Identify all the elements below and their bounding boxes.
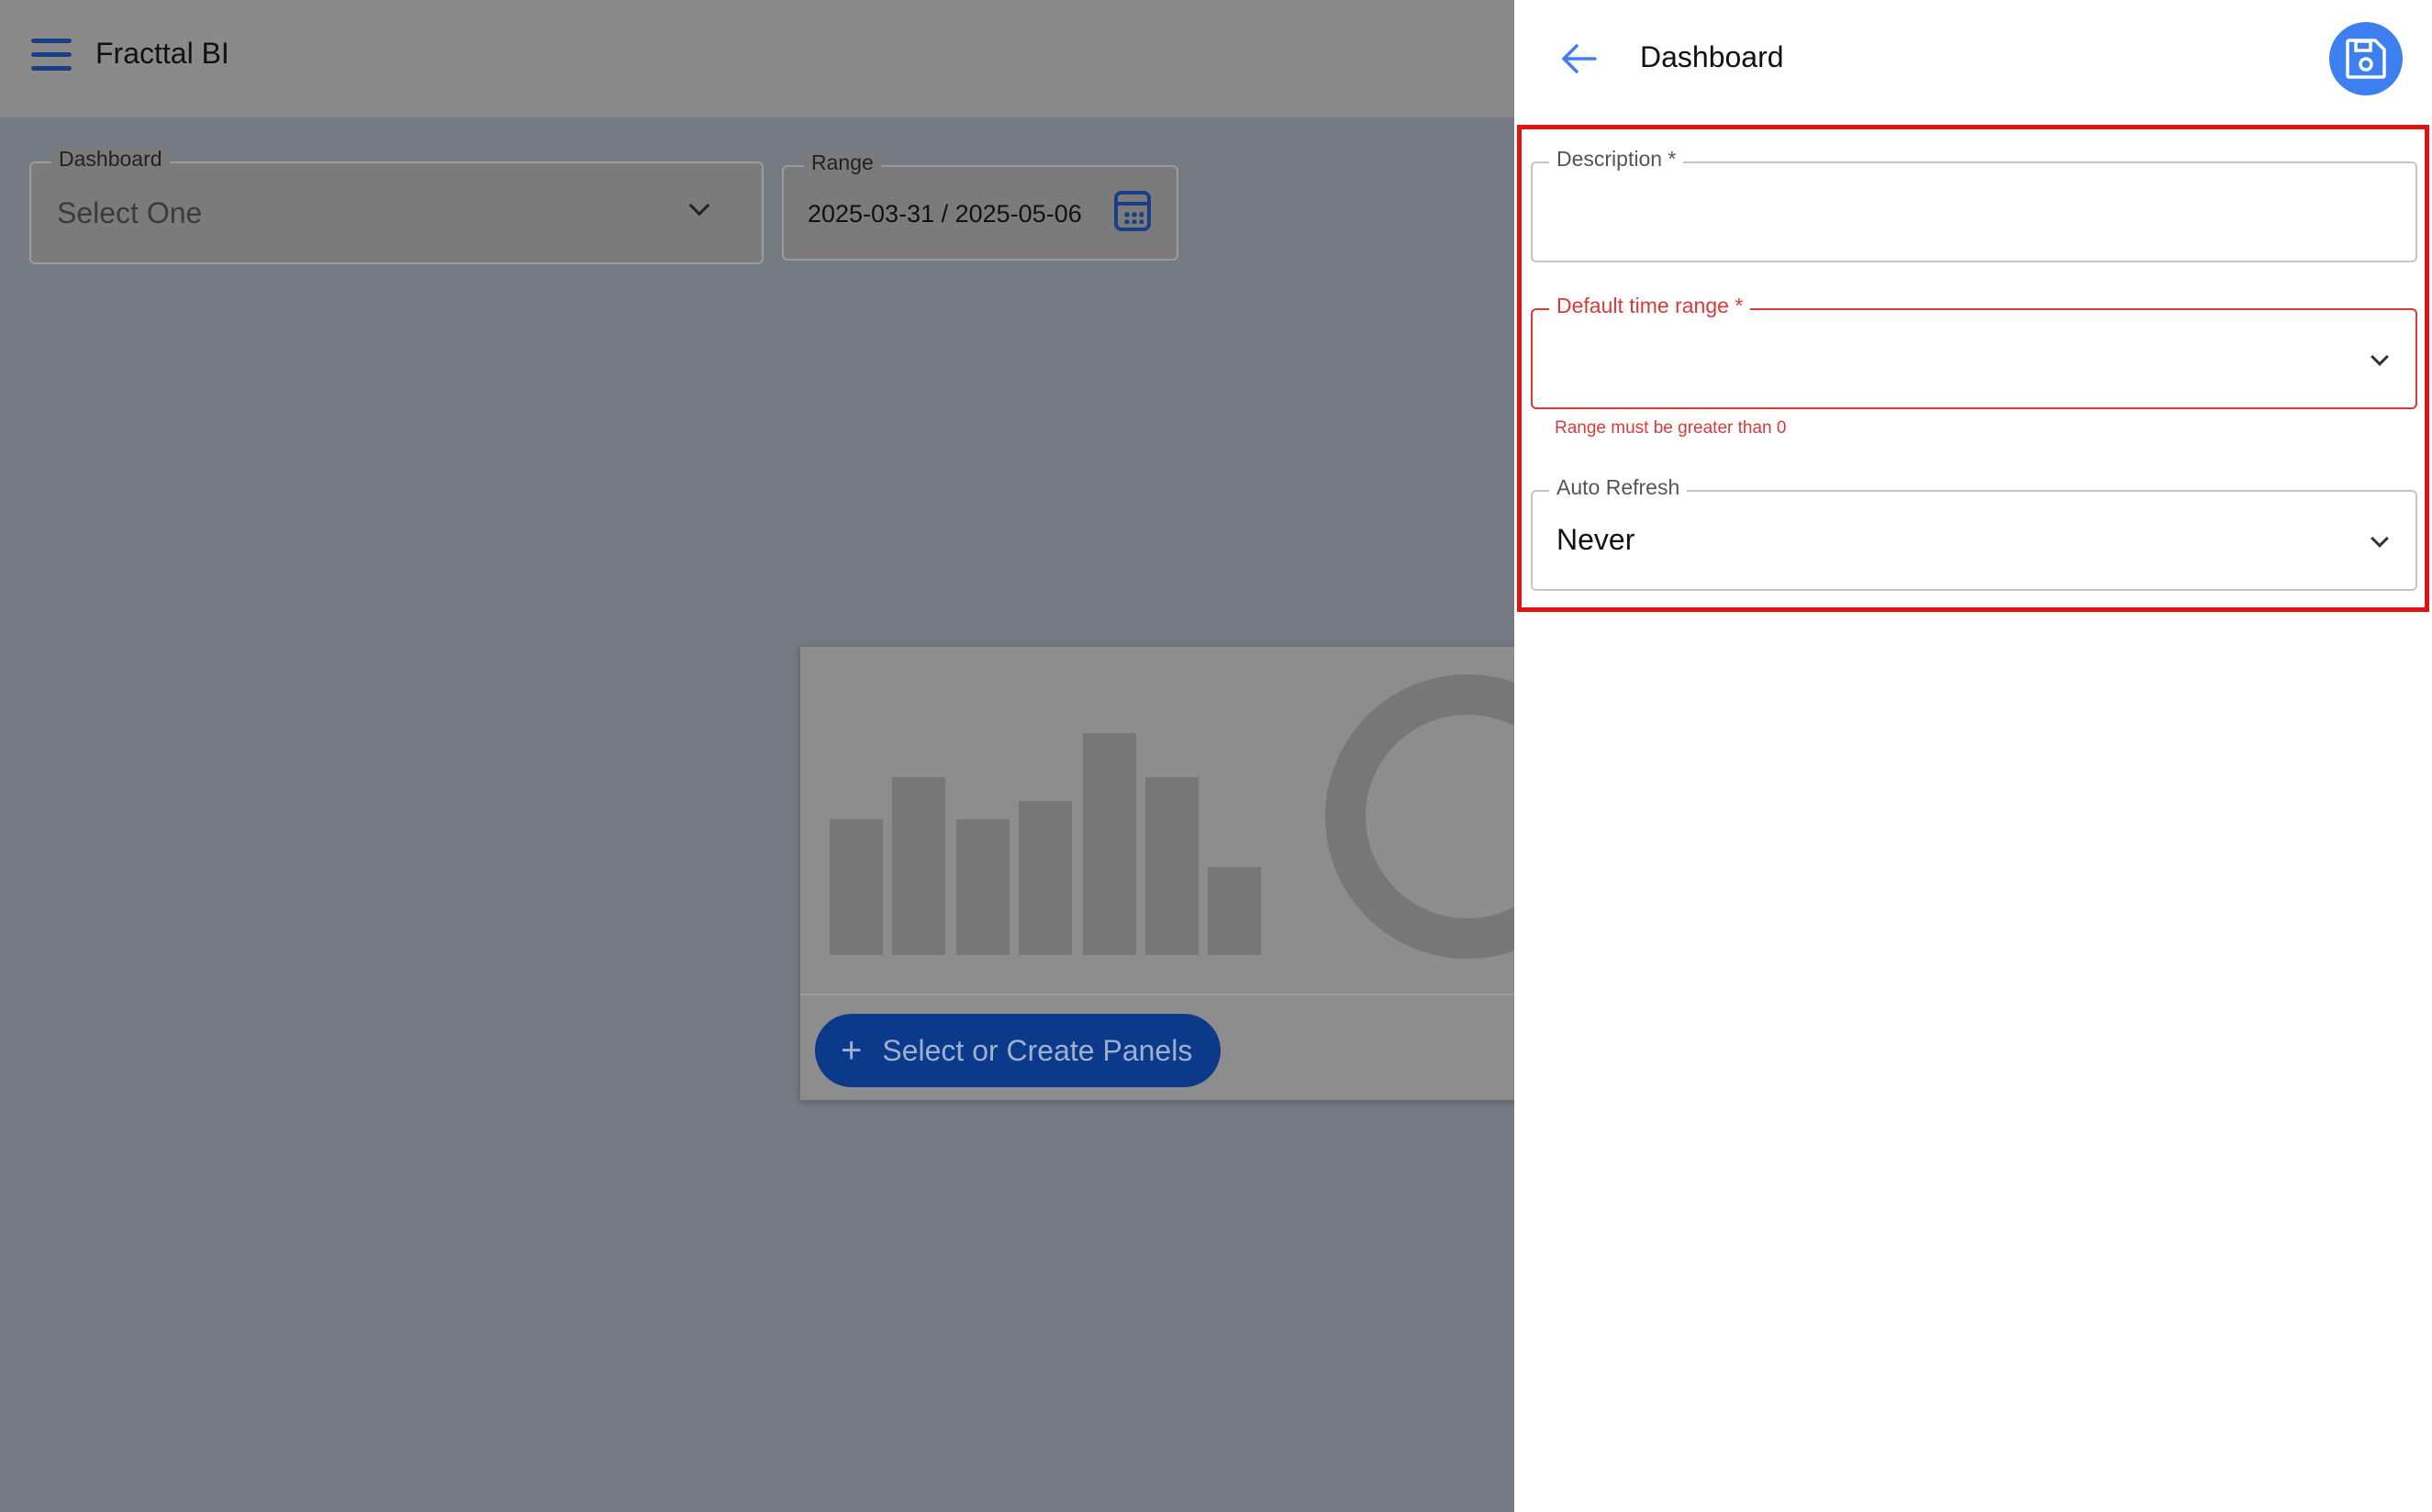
app-title: Fracttal BI [95, 37, 229, 70]
placeholder-bar [956, 819, 1010, 955]
placeholder-bar [830, 819, 883, 955]
select-or-create-panels-button[interactable]: + Select or Create Panels [815, 1014, 1221, 1087]
dashboard-select-label: Dashboard [51, 147, 170, 172]
drawer-title: Dashboard [1640, 40, 1784, 73]
panel-footer: + Select or Create Panels [800, 997, 1534, 1100]
placeholder-bar [1208, 867, 1261, 955]
range-value: 2025-03-31 / 2025-05-06 [808, 200, 1082, 228]
empty-panel-card: + Select or Create Panels [800, 647, 1610, 1100]
dashboard-select-value: Select One [57, 196, 203, 229]
description-label: Description * [1549, 147, 1684, 172]
description-field[interactable]: Description * [1531, 147, 2417, 262]
chevron-down-icon [688, 195, 710, 217]
chevron-down-icon [2371, 529, 2389, 548]
placeholder-bar [1019, 801, 1072, 955]
save-icon [2346, 39, 2386, 79]
dashboard-select[interactable]: Dashboard Select One [29, 147, 764, 264]
range-field[interactable]: Range 2025-03-31 / 2025-05-06 [782, 150, 1178, 261]
default-time-range-error: Range must be greater than 0 [1555, 418, 1787, 438]
select-or-create-panels-label: Select or Create Panels [882, 1033, 1193, 1067]
calendar-icon[interactable] [1114, 191, 1151, 231]
save-button[interactable] [2329, 22, 2403, 95]
placeholder-bar [1083, 733, 1136, 955]
range-label: Range [804, 150, 881, 175]
panel-placeholder-illustration [800, 647, 1610, 995]
auto-refresh-value: Never [1556, 523, 1635, 556]
default-time-range-select[interactable]: Default time range * [1531, 294, 2417, 409]
auto-refresh-label: Auto Refresh [1549, 475, 1688, 500]
default-time-range-label: Default time range * [1549, 294, 1751, 318]
dashboard-settings-drawer: Dashboard Description * Default time ran… [1514, 0, 2432, 1512]
hamburger-menu-icon[interactable] [31, 39, 72, 77]
plus-icon: + [841, 1030, 863, 1071]
chevron-down-icon [2371, 348, 2389, 366]
placeholder-bar [1145, 777, 1199, 955]
auto-refresh-select[interactable]: Auto Refresh Never [1531, 475, 2417, 591]
app-header: Fracttal BI [0, 0, 1514, 117]
placeholder-bar [892, 777, 945, 955]
back-arrow-icon[interactable] [1558, 39, 1599, 79]
